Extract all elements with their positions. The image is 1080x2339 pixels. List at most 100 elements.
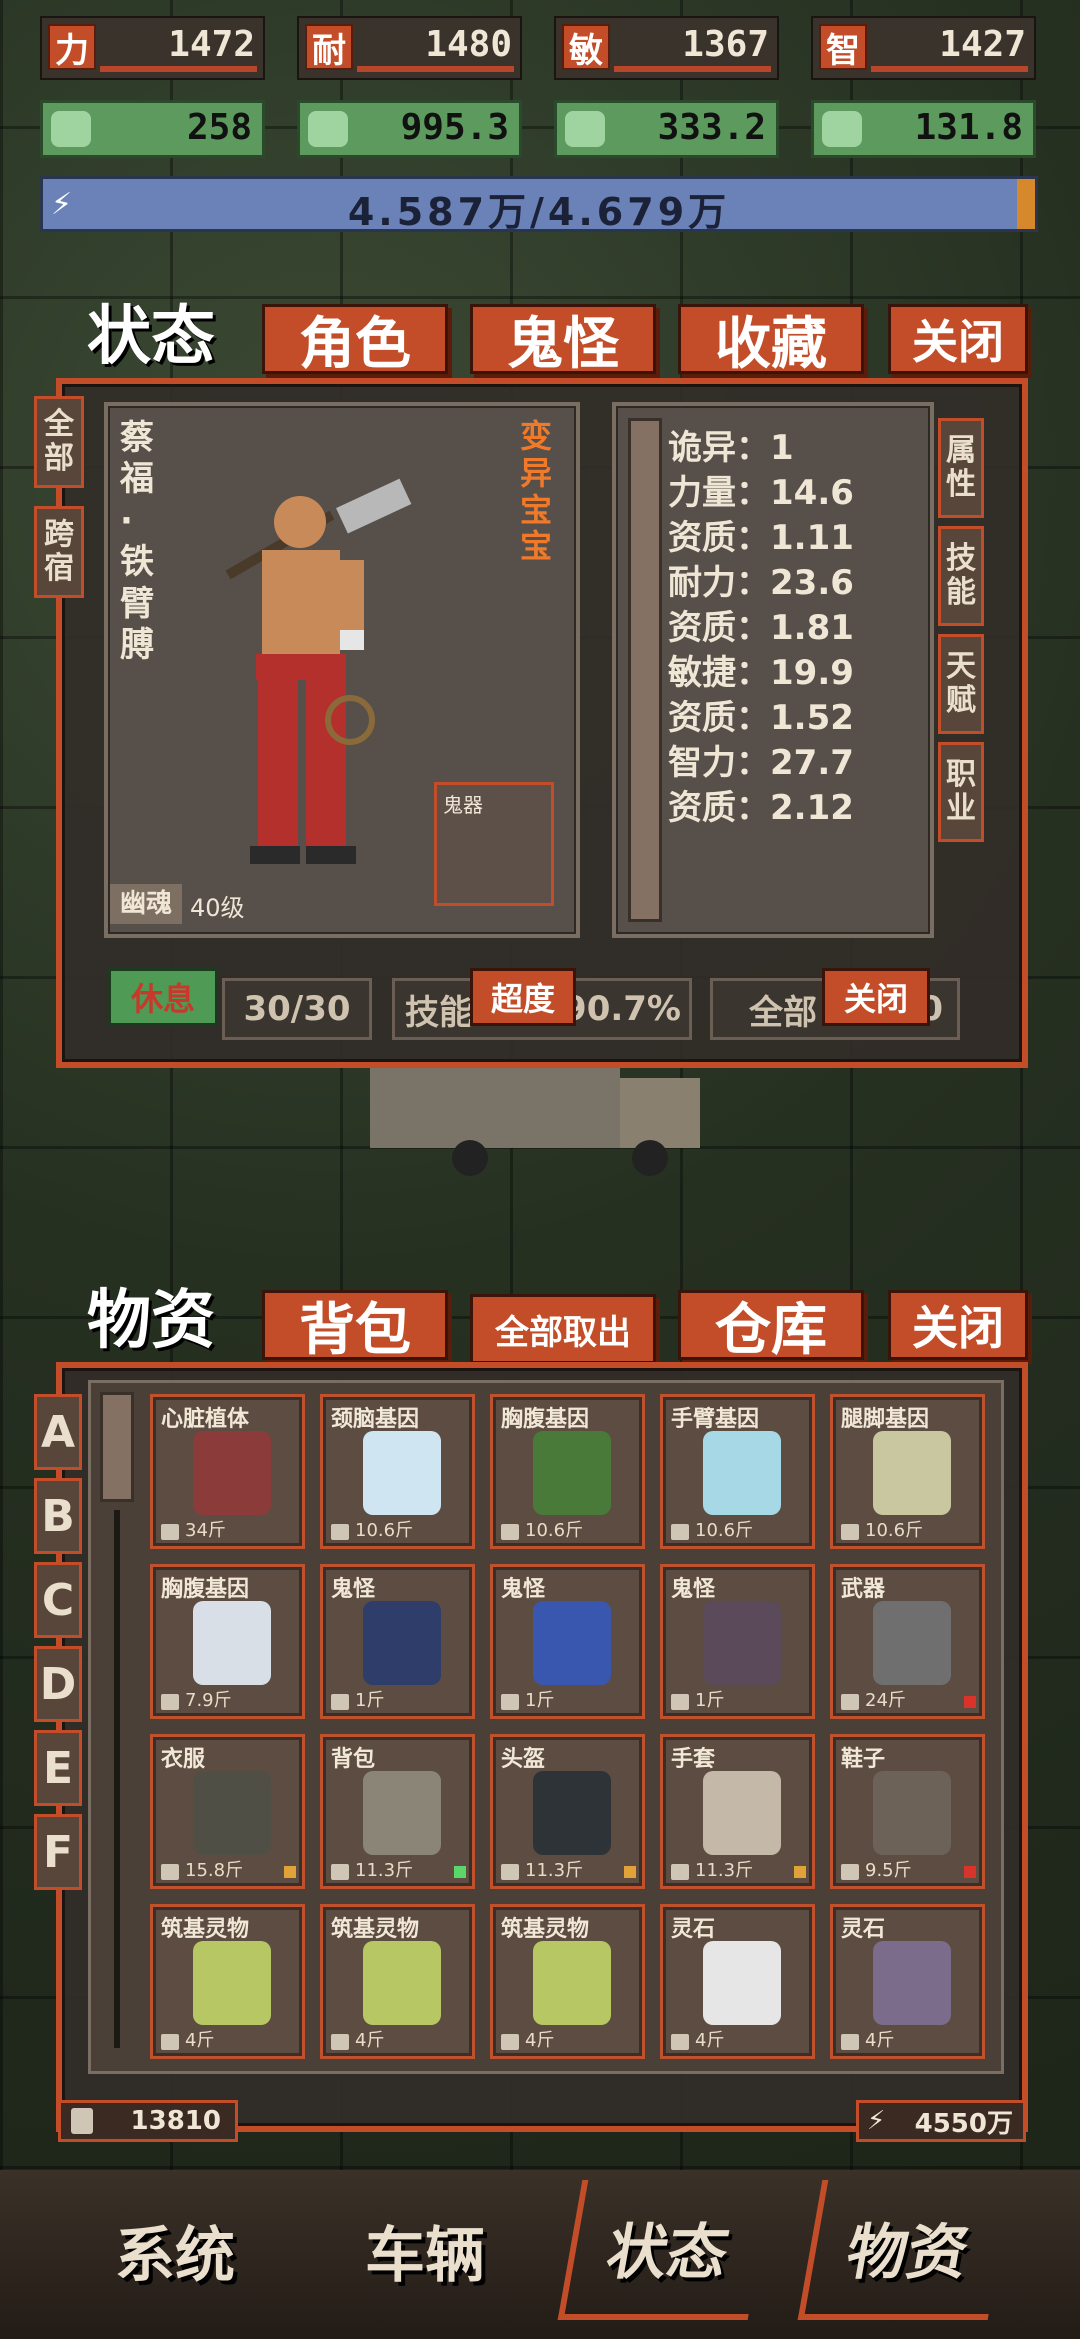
quality-dot — [284, 1866, 296, 1878]
item-name: 腿脚基因 — [841, 1407, 930, 1432]
inventory-scroll-track — [114, 1510, 120, 2048]
tab-close[interactable]: 关闭 — [888, 304, 1028, 374]
ghost-slot[interactable]: 鬼器 — [434, 782, 554, 906]
row-tab-d[interactable]: D — [34, 1646, 82, 1722]
item-weight: 11.3斤 — [525, 1860, 584, 1881]
row-tab-a[interactable]: A — [34, 1394, 82, 1470]
inventory-scroll-thumb[interactable] — [100, 1392, 134, 1502]
item-weight: 9.5斤 — [865, 1860, 912, 1881]
tab-collection[interactable]: 收藏 — [678, 304, 864, 377]
inventory-item[interactable]: 手臂基因 10.6斤 — [660, 1394, 815, 1549]
filter-all-tab[interactable]: 全部 — [34, 396, 84, 488]
tab-attributes[interactable]: 属性 — [938, 418, 984, 518]
item-name: 手套 — [671, 1747, 716, 1772]
nav-supplies[interactable]: 物资 — [797, 2180, 1013, 2320]
tab-talents[interactable]: 天赋 — [938, 634, 984, 734]
inventory-item[interactable]: 头盔 11.3斤 — [490, 1734, 645, 1889]
row-tab-e[interactable]: E — [34, 1730, 82, 1806]
lock-icon — [671, 1864, 689, 1880]
inventory-item[interactable]: 灵石 4斤 — [830, 1904, 985, 2059]
attribute-value: 2.12 — [770, 788, 854, 828]
tab-career[interactable]: 职业 — [938, 742, 984, 842]
item-icon — [533, 1601, 611, 1685]
lock-icon — [671, 1694, 689, 1710]
inventory-item[interactable]: 颈脑基因 10.6斤 — [320, 1394, 475, 1549]
item-weight: 10.6斤 — [355, 1520, 414, 1541]
item-name: 背包 — [331, 1747, 376, 1772]
character-level: 40级 — [190, 894, 245, 922]
lock-icon — [671, 2034, 689, 2050]
stat-value: 1480 — [425, 24, 512, 65]
inventory-item[interactable]: 背包 11.3斤 — [320, 1734, 475, 1889]
quality-dot — [964, 1866, 976, 1878]
nav-status[interactable]: 状态 — [557, 2180, 773, 2320]
item-weight: 10.6斤 — [525, 1520, 584, 1541]
skill-percent: 90.7% — [563, 989, 681, 1029]
status-close-button[interactable]: 关闭 — [822, 968, 930, 1026]
inventory-item[interactable]: 筑基灵物 4斤 — [150, 1904, 305, 2059]
item-weight: 4斤 — [185, 2030, 215, 2051]
row-tab-f[interactable]: F — [34, 1814, 82, 1890]
inventory-item[interactable]: 鬼怪 1斤 — [490, 1564, 645, 1719]
attribute-value: 1.11 — [770, 518, 854, 558]
lock-icon — [501, 1864, 519, 1880]
quality-dot — [794, 1866, 806, 1878]
inventory-item[interactable]: 武器 24斤 — [830, 1564, 985, 1719]
inventory-item[interactable]: 腿脚基因 10.6斤 — [830, 1394, 985, 1549]
nav-system[interactable]: 系统 — [80, 2180, 270, 2320]
inventory-item[interactable]: 心脏植体 34斤 — [150, 1394, 305, 1549]
filter-cross-tab[interactable]: 跨宿 — [34, 506, 84, 598]
attribute-row: 智力：27.7 — [668, 743, 854, 783]
inventory-item[interactable]: 胸腹基因 10.6斤 — [490, 1394, 645, 1549]
inventory-item[interactable]: 鬼怪 1斤 — [320, 1564, 475, 1719]
attribute-row: 资质：1.81 — [668, 608, 854, 648]
inventory-close-button[interactable]: 关闭 — [888, 1290, 1028, 1360]
item-name: 衣服 — [161, 1747, 206, 1772]
tab-supplies[interactable]: 物资 — [56, 1280, 246, 1358]
attribute-value: 14.6 — [770, 473, 854, 513]
gear-value: 995.3 — [400, 107, 509, 148]
tab-bag[interactable]: 背包 — [262, 1290, 448, 1363]
item-icon — [363, 1601, 441, 1685]
inventory-item[interactable]: 手套 11.3斤 — [660, 1734, 815, 1889]
lock-icon — [161, 1524, 179, 1540]
weight-counter: 13810 — [58, 2100, 238, 2142]
inventory-item[interactable]: 胸腹基因 7.9斤 — [150, 1564, 305, 1719]
item-weight: 7.9斤 — [185, 1690, 232, 1711]
tab-warehouse[interactable]: 仓库 — [678, 1290, 864, 1363]
item-icon — [703, 1941, 781, 2025]
item-weight: 1斤 — [695, 1690, 725, 1711]
nav-vehicle[interactable]: 车辆 — [330, 2180, 520, 2320]
inventory-item[interactable]: 灵石 4斤 — [660, 1904, 815, 2059]
gear-value: 258 — [186, 107, 252, 148]
inventory-item[interactable]: 鞋子 9.5斤 — [830, 1734, 985, 1889]
stat-label: 耐 — [305, 24, 353, 71]
row-tab-b[interactable]: B — [34, 1478, 82, 1554]
item-icon — [533, 1771, 611, 1855]
character-sprite — [225, 478, 412, 864]
tab-skills[interactable]: 技能 — [938, 526, 984, 626]
overdo-button[interactable]: 超度 — [470, 968, 576, 1026]
inventory-item[interactable]: 筑基灵物 4斤 — [320, 1904, 475, 2059]
item-icon — [533, 1431, 611, 1515]
item-weight: 4斤 — [865, 2030, 895, 2051]
lock-icon — [501, 1524, 519, 1540]
lock-icon — [331, 1694, 349, 1710]
tab-role[interactable]: 角色 — [262, 304, 448, 377]
attribute-key: 资质 — [668, 608, 736, 648]
inventory-item[interactable]: 鬼怪 1斤 — [660, 1564, 815, 1719]
take-all-button[interactable]: 全部取出 — [470, 1294, 656, 1364]
gear-hand: 258 — [40, 100, 265, 158]
attribute-scrollbar[interactable] — [628, 418, 662, 922]
item-weight: 10.6斤 — [695, 1520, 754, 1541]
tab-status[interactable]: 状态 — [56, 296, 246, 374]
item-weight: 34斤 — [185, 1520, 226, 1541]
item-icon — [703, 1771, 781, 1855]
row-tab-c[interactable]: C — [34, 1562, 82, 1638]
tab-ghost[interactable]: 鬼怪 — [470, 304, 656, 377]
item-weight: 1斤 — [355, 1690, 385, 1711]
inventory-item[interactable]: 筑基灵物 4斤 — [490, 1904, 645, 2059]
inventory-item[interactable]: 衣服 15.8斤 — [150, 1734, 305, 1889]
attribute-key: 耐力 — [668, 563, 736, 603]
rest-button[interactable]: 休息 — [108, 968, 218, 1026]
